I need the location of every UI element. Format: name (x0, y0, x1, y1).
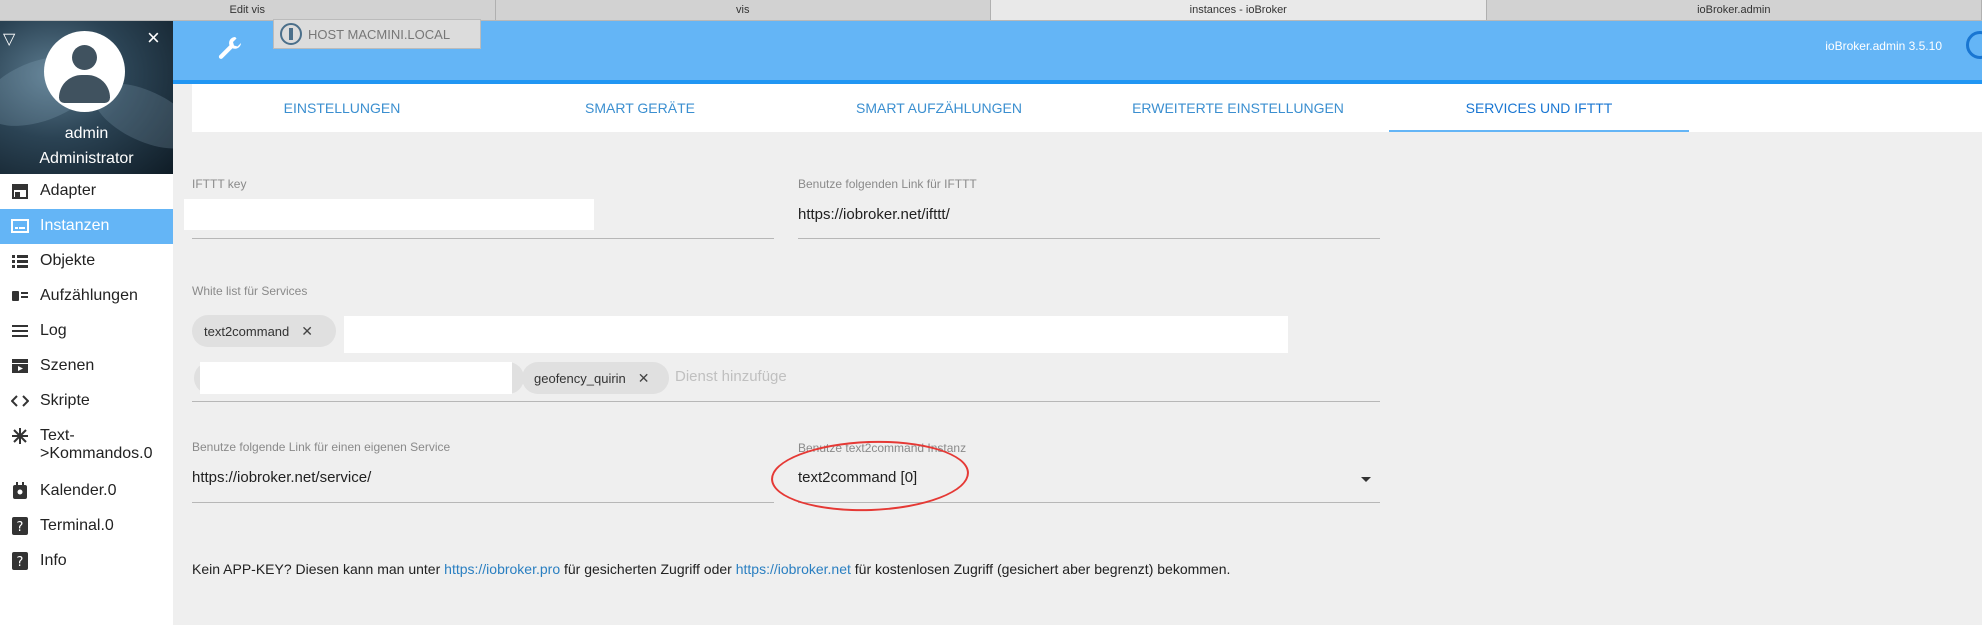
whitelist-chip-text2command: text2command ✕ (192, 315, 336, 347)
sidebar-item-label: Info (40, 552, 67, 569)
sidebar-menu: Adapter Instanzen Objekte Aufzählungen L… (0, 174, 173, 579)
whitelist-add-input[interactable]: Dienst hinzufüge (675, 368, 787, 385)
svg-text:?: ? (17, 520, 24, 535)
tab-smart-geraete[interactable]: SMART GERÄTE (490, 84, 790, 132)
dropdown-arrow-icon[interactable] (1361, 477, 1371, 482)
host-selector[interactable]: HOST MACMINI.LOCAL (273, 19, 481, 49)
scenes-icon (10, 357, 30, 375)
iobroker-pro-link[interactable]: https://iobroker.pro (444, 561, 560, 577)
service-link-underline (192, 502, 774, 503)
wrench-icon[interactable] (217, 35, 243, 68)
sidebar-item-terminal[interactable]: ? Terminal.0 (0, 509, 173, 544)
chip-label: geofency_quirin (534, 370, 626, 386)
browser-tab-edit-vis[interactable]: Edit vis (0, 0, 496, 20)
chip-close-icon[interactable]: ✕ (638, 370, 650, 387)
sidebar-item-label: Szenen (40, 357, 95, 374)
tab-smart-aufzaehlungen[interactable]: SMART AUFZÄHLUNGEN (789, 84, 1089, 132)
sidebar-header: ▽ × admin Administrator (0, 21, 173, 174)
note-text: Kein APP-KEY? Diesen kann man unter (192, 561, 445, 577)
whitelist-chip-redacted (194, 362, 524, 394)
sidebar-item-label: Objekte (40, 252, 96, 269)
chip-close-icon[interactable]: ✕ (301, 323, 313, 340)
ifttt-key-input[interactable] (184, 199, 594, 230)
ifttt-link-input[interactable]: https://iobroker.net/ifttt/ (798, 206, 950, 223)
sidebar: ▽ × admin Administrator Adapter Instanze… (0, 21, 173, 625)
ifttt-link-label: Benutze folgenden Link für IFTTT (798, 177, 977, 191)
app-key-note: Kein APP-KEY? Diesen kann man unter http… (192, 561, 1230, 577)
sidebar-item-objekte[interactable]: Objekte (0, 244, 173, 279)
avatar (44, 31, 125, 112)
ifttt-key-underline (192, 238, 774, 239)
user-name: admin (64, 125, 109, 142)
close-icon[interactable]: × (147, 25, 160, 51)
sidebar-item-adapter[interactable]: Adapter (0, 174, 173, 209)
power-icon[interactable] (1966, 31, 1982, 59)
sidebar-item-label: Text- >Kommandos.0 (40, 427, 153, 462)
whitelist-label: White list für Services (192, 284, 308, 298)
whitelist-underline (192, 401, 1380, 402)
menu-triangle-icon[interactable]: ▽ (3, 29, 15, 49)
sidebar-item-label: Log (40, 322, 67, 339)
sidebar-item-label: Instanzen (40, 217, 110, 234)
iobroker-logo-icon (280, 23, 302, 45)
adapter-icon (10, 182, 30, 200)
host-label: HOST MACMINI.LOCAL (308, 26, 451, 42)
tab-services-und-ifttt[interactable]: SERVICES UND IFTTT (1389, 84, 1689, 132)
ifttt-key-label: IFTTT key (192, 177, 247, 191)
enums-icon (10, 287, 30, 305)
whitelist-redacted-area (344, 316, 1288, 353)
sidebar-item-kalender[interactable]: Kalender.0 (0, 474, 173, 509)
sidebar-item-label: Skripte (40, 392, 90, 409)
instances-icon (10, 217, 30, 235)
note-text: für kostenlosen Zugriff (gesichert aber … (850, 561, 1231, 577)
sidebar-item-label: Terminal.0 (40, 517, 114, 534)
svg-text:?: ? (17, 555, 24, 570)
browser-tab-instances[interactable]: instances - ioBroker (991, 0, 1487, 20)
scripts-icon (10, 392, 30, 410)
sidebar-item-label: Adapter (40, 182, 97, 199)
tab-erweiterte-einstellungen[interactable]: ERWEITERTE EINSTELLUNGEN (1088, 84, 1388, 132)
log-icon (10, 322, 30, 340)
sidebar-item-label: Aufzählungen (40, 287, 138, 304)
sidebar-item-info[interactable]: ? Info (0, 544, 173, 579)
browser-tab-iobroker-admin[interactable]: ioBroker.admin (1487, 0, 1982, 20)
note-text: für gesicherten Zugriff oder (560, 561, 736, 577)
tab-einstellungen[interactable]: EINSTELLUNGEN (192, 84, 492, 132)
objects-icon (10, 252, 30, 270)
app-header: HOST MACMINI.LOCAL ioBroker.admin 3.5.10 (173, 19, 1982, 84)
whitelist-chip-geofency: geofency_quirin ✕ (522, 362, 669, 394)
sidebar-item-szenen[interactable]: Szenen (0, 349, 173, 384)
sidebar-item-instanzen[interactable]: Instanzen (0, 209, 173, 244)
sidebar-item-skripte[interactable]: Skripte (0, 384, 173, 419)
sidebar-item-text-kommandos[interactable]: Text- >Kommandos.0 (0, 419, 173, 474)
user-role: Administrator (39, 150, 134, 167)
terminal-icon: ? (10, 517, 30, 535)
iobroker-net-link[interactable]: https://iobroker.net (736, 561, 851, 577)
sidebar-item-aufzaehlungen[interactable]: Aufzählungen (0, 279, 173, 314)
service-link-label: Benutze folgende Link für einen eigenen … (192, 440, 451, 454)
calendar-icon (10, 482, 30, 500)
ifttt-link-underline (798, 238, 1380, 239)
sidebar-item-label: Kalender.0 (40, 482, 117, 499)
settings-tabs: EINSTELLUNGEN SMART GERÄTE SMART AUFZÄHL… (192, 84, 1982, 132)
chip-label: text2command (204, 323, 290, 339)
version-label: ioBroker.admin 3.5.10 (1825, 39, 1942, 53)
browser-tab-strip: Edit vis vis instances - ioBroker ioBrok… (0, 0, 1982, 21)
sidebar-item-log[interactable]: Log (0, 314, 173, 349)
text-commands-icon (10, 427, 30, 445)
info-icon: ? (10, 552, 30, 570)
browser-tab-vis[interactable]: vis (496, 0, 991, 20)
service-link-input[interactable]: https://iobroker.net/service/ (192, 469, 371, 486)
